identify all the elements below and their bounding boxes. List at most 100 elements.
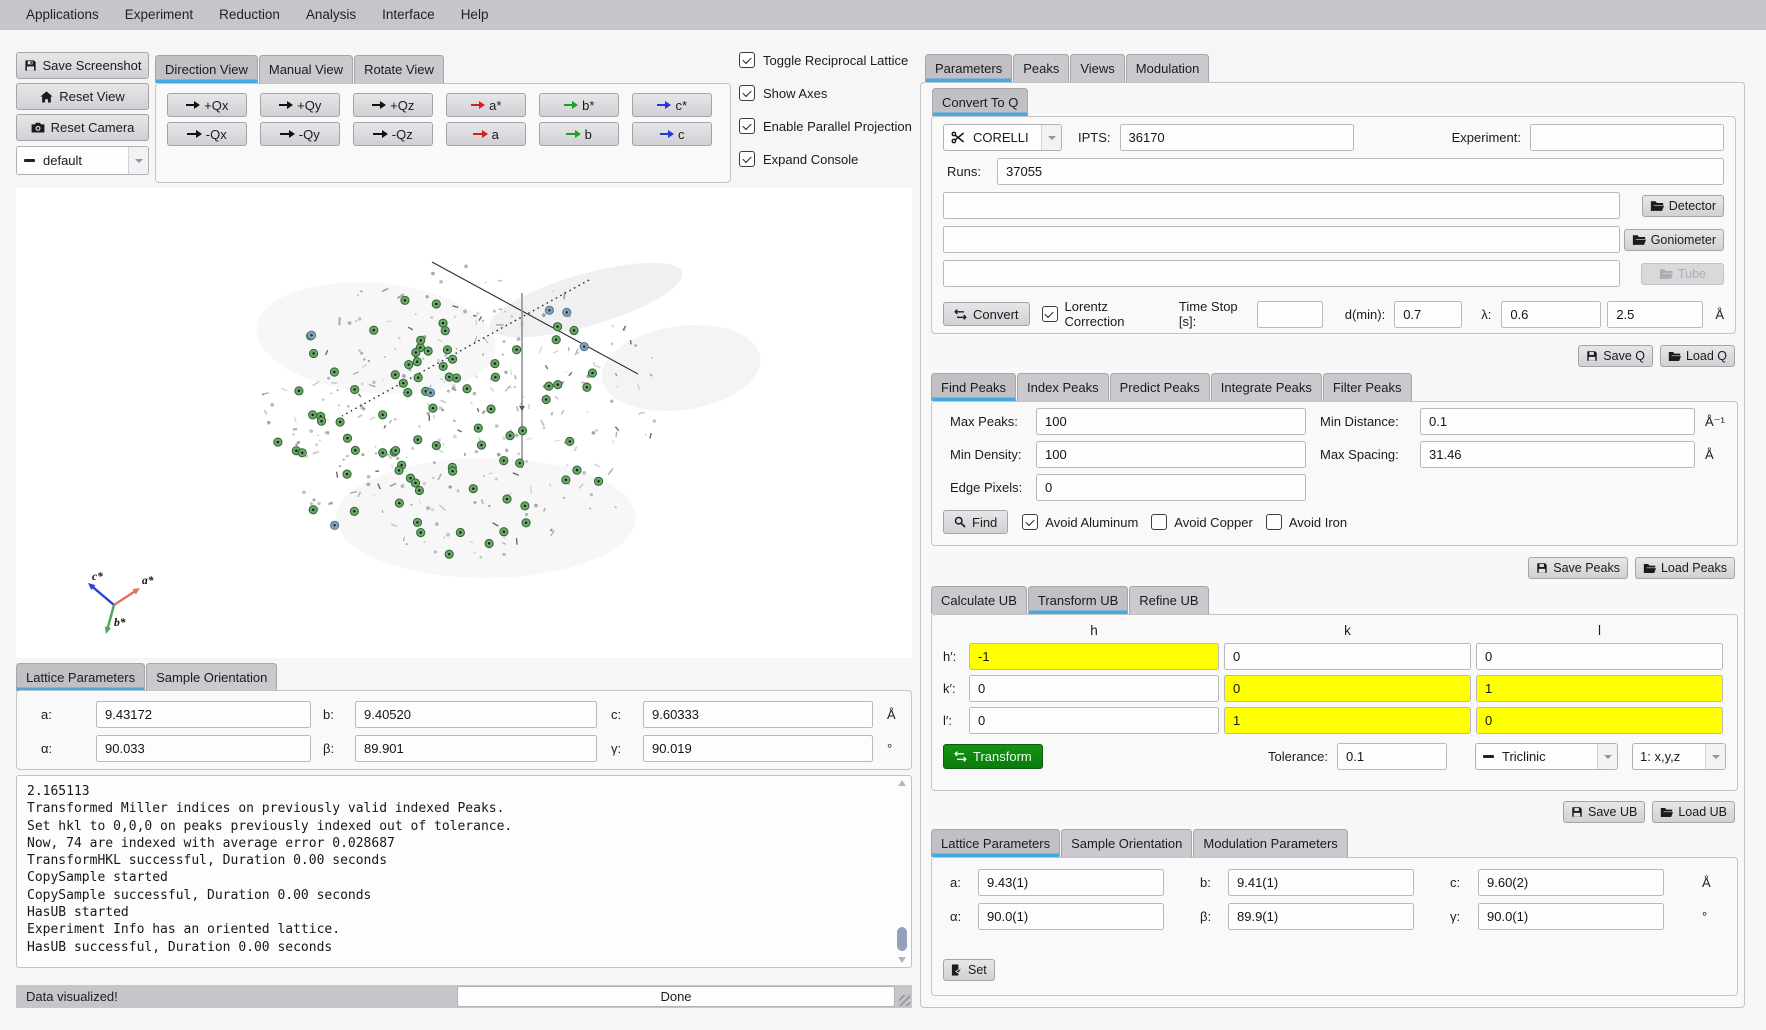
expand-console-option[interactable]: Expand Console bbox=[739, 151, 912, 167]
avoid-copper-checkbox[interactable] bbox=[1151, 514, 1167, 530]
lambda-min-field[interactable] bbox=[1501, 301, 1601, 328]
tab-transform-ub[interactable]: Transform UB bbox=[1028, 586, 1128, 614]
view-b-button[interactable]: b bbox=[539, 122, 619, 146]
find-button[interactable]: Find bbox=[943, 510, 1008, 534]
tab-calculate-ub[interactable]: Calculate UB bbox=[931, 586, 1027, 614]
tube-file-field[interactable] bbox=[943, 260, 1620, 287]
c-field[interactable] bbox=[643, 701, 873, 728]
transform-button[interactable]: Transform bbox=[943, 744, 1043, 769]
matrix-cell-h-l[interactable] bbox=[1476, 643, 1723, 670]
tab-lattice-parameters-left[interactable]: Lattice Parameters bbox=[16, 663, 145, 691]
goniometer-file-field[interactable] bbox=[943, 226, 1620, 253]
convert-button[interactable]: Convert bbox=[943, 302, 1030, 326]
detector-button[interactable]: Detector bbox=[1642, 195, 1724, 217]
time-stop-field[interactable] bbox=[1257, 301, 1323, 328]
a-field[interactable] bbox=[96, 701, 311, 728]
avoid-iron-checkbox[interactable] bbox=[1266, 514, 1282, 530]
tab-lattice-parameters-right[interactable]: Lattice Parameters bbox=[931, 829, 1060, 857]
goniometer-button[interactable]: Goniometer bbox=[1624, 229, 1724, 251]
load-ub-button[interactable]: Load UB bbox=[1652, 801, 1735, 823]
tab-find-peaks[interactable]: Find Peaks bbox=[931, 373, 1016, 401]
log-console[interactable]: 2.165113 Transformed Miller indices on p… bbox=[16, 775, 912, 968]
b-field[interactable] bbox=[1228, 869, 1414, 896]
alpha-field[interactable] bbox=[96, 735, 311, 762]
alpha-field[interactable] bbox=[978, 903, 1164, 930]
tab-direction-view[interactable]: Direction View bbox=[155, 55, 258, 83]
tab-convert-to-q[interactable]: Convert To Q bbox=[932, 88, 1028, 116]
set-button[interactable]: Set bbox=[943, 959, 995, 981]
checkbox[interactable] bbox=[739, 52, 755, 68]
instrument-dropdown[interactable]: CORELLI bbox=[943, 124, 1062, 151]
symmetry-dropdown[interactable]: 1: x,y,z bbox=[1632, 743, 1726, 770]
tab-views[interactable]: Views bbox=[1070, 54, 1124, 82]
view-a-button[interactable]: a bbox=[446, 122, 526, 146]
tab-manual-view[interactable]: Manual View bbox=[259, 55, 353, 83]
tab-modulation-parameters[interactable]: Modulation Parameters bbox=[1193, 829, 1347, 857]
menu-interface[interactable]: Interface bbox=[369, 0, 448, 30]
b-field[interactable] bbox=[355, 701, 597, 728]
matrix-cell-k-k[interactable] bbox=[1224, 675, 1471, 702]
tab-sample-orientation-right[interactable]: Sample Orientation bbox=[1061, 829, 1192, 857]
detector-calibration-field[interactable] bbox=[943, 192, 1620, 219]
scroll-down-icon[interactable] bbox=[898, 957, 906, 963]
max-spacing-field[interactable] bbox=[1420, 441, 1695, 468]
lorentz-correction-checkbox[interactable] bbox=[1042, 306, 1058, 322]
tab-integrate-peaks[interactable]: Integrate Peaks bbox=[1211, 373, 1322, 401]
matrix-cell-l-l[interactable] bbox=[1476, 707, 1723, 734]
enable-parallel-projection-option[interactable]: Enable Parallel Projection bbox=[739, 118, 912, 134]
toggle-reciprocal-lattice-option[interactable]: Toggle Reciprocal Lattice bbox=[739, 52, 912, 68]
menu-analysis[interactable]: Analysis bbox=[293, 0, 369, 30]
runs-field[interactable] bbox=[997, 158, 1724, 185]
tab-modulation[interactable]: Modulation bbox=[1126, 54, 1210, 82]
lattice-type-dropdown[interactable]: Triclinic bbox=[1475, 743, 1618, 770]
beta-field[interactable] bbox=[1228, 903, 1414, 930]
save-peaks-button[interactable]: Save Peaks bbox=[1528, 557, 1628, 579]
view-plus-qx-button[interactable]: +Qx bbox=[167, 93, 247, 117]
ipts-field[interactable] bbox=[1120, 124, 1354, 151]
tab-parameters[interactable]: Parameters bbox=[925, 54, 1012, 82]
min-density-field[interactable] bbox=[1036, 441, 1306, 468]
load-peaks-button[interactable]: Load Peaks bbox=[1635, 557, 1735, 579]
preset-dropdown[interactable]: default bbox=[16, 146, 149, 175]
resize-grip[interactable] bbox=[899, 995, 910, 1006]
tolerance-field[interactable] bbox=[1337, 743, 1447, 770]
tab-index-peaks[interactable]: Index Peaks bbox=[1017, 373, 1109, 401]
tab-refine-ub[interactable]: Refine UB bbox=[1129, 586, 1208, 614]
reset-view-button[interactable]: Reset View bbox=[16, 83, 149, 110]
save-screenshot-button[interactable]: Save Screenshot bbox=[16, 52, 149, 79]
lambda-max-field[interactable] bbox=[1607, 301, 1703, 328]
matrix-cell-k-l[interactable] bbox=[1476, 675, 1723, 702]
tab-peaks[interactable]: Peaks bbox=[1013, 54, 1069, 82]
avoid-aluminum-checkbox[interactable] bbox=[1022, 514, 1038, 530]
c-field[interactable] bbox=[1478, 869, 1664, 896]
reset-camera-button[interactable]: Reset Camera bbox=[16, 114, 149, 141]
gamma-field[interactable] bbox=[1478, 903, 1664, 930]
show-axes-option[interactable]: Show Axes bbox=[739, 85, 912, 101]
console-scrollbar[interactable] bbox=[896, 778, 908, 965]
checkbox[interactable] bbox=[739, 118, 755, 134]
view-b-star-button[interactable]: b* bbox=[539, 93, 619, 117]
tab-filter-peaks[interactable]: Filter Peaks bbox=[1323, 373, 1412, 401]
matrix-cell-k-h[interactable] bbox=[969, 675, 1219, 702]
matrix-cell-h-h[interactable] bbox=[969, 643, 1219, 670]
view-plus-qz-button[interactable]: +Qz bbox=[353, 93, 433, 117]
view-plus-qy-button[interactable]: +Qy bbox=[260, 93, 340, 117]
experiment-field[interactable] bbox=[1530, 124, 1724, 151]
menu-reduction[interactable]: Reduction bbox=[206, 0, 293, 30]
edge-pixels-field[interactable] bbox=[1036, 474, 1306, 501]
view-minus-qx-button[interactable]: -Qx bbox=[167, 122, 247, 146]
save-ub-button[interactable]: Save UB bbox=[1563, 801, 1645, 823]
view-c-button[interactable]: c bbox=[632, 122, 712, 146]
tab-predict-peaks[interactable]: Predict Peaks bbox=[1110, 373, 1210, 401]
tab-sample-orientation-left[interactable]: Sample Orientation bbox=[146, 663, 277, 691]
max-peaks-field[interactable] bbox=[1036, 408, 1306, 435]
save-q-button[interactable]: Save Q bbox=[1578, 345, 1653, 367]
matrix-cell-l-h[interactable] bbox=[969, 707, 1219, 734]
scroll-up-icon[interactable] bbox=[898, 780, 906, 786]
gamma-field[interactable] bbox=[643, 735, 873, 762]
view-minus-qz-button[interactable]: -Qz bbox=[353, 122, 433, 146]
3d-reciprocal-lattice-viewport[interactable]: c*a*b* bbox=[16, 188, 912, 658]
matrix-cell-l-k[interactable] bbox=[1224, 707, 1471, 734]
menu-experiment[interactable]: Experiment bbox=[112, 0, 206, 30]
menu-help[interactable]: Help bbox=[448, 0, 502, 30]
